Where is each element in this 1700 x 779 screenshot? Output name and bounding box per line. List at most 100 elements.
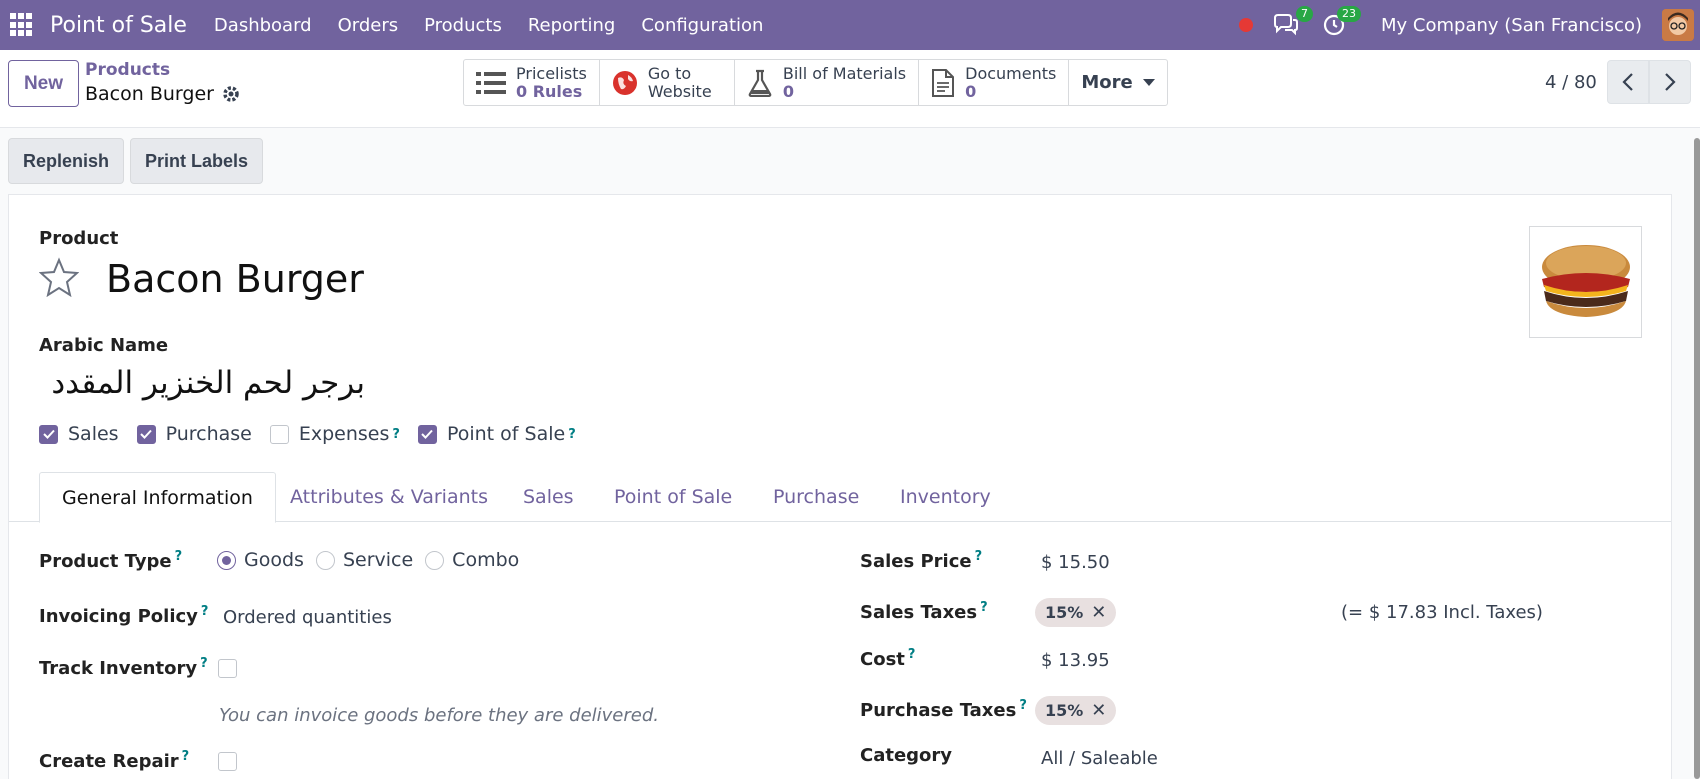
purchase-taxes-label-text: Purchase Taxes: [860, 700, 1017, 721]
smart-button-title: Documents: [965, 63, 1057, 83]
sales-checkbox-label: Sales: [68, 423, 119, 445]
tab-purchase[interactable]: Purchase: [773, 472, 859, 522]
nav-reporting[interactable]: Reporting: [528, 15, 616, 36]
product-type-combo-option[interactable]: Combo: [425, 549, 519, 571]
list-icon: [476, 71, 506, 94]
radio-unselected-icon[interactable]: [315, 550, 335, 570]
checkbox-checked-icon[interactable]: [39, 424, 58, 444]
radio-selected-icon[interactable]: [217, 550, 236, 570]
product-label: Product: [39, 228, 119, 249]
remove-tag-icon[interactable]: ✕: [1091, 700, 1106, 721]
product-type-goods-option[interactable]: Goods: [217, 549, 304, 571]
recording-indicator-icon[interactable]: [1239, 18, 1254, 32]
flask-icon: [748, 69, 772, 97]
pager-value[interactable]: 4 / 80: [1545, 72, 1597, 93]
breadcrumb-current: Bacon Burger: [85, 83, 240, 105]
help-tooltip-icon[interactable]: ?: [568, 427, 576, 442]
more-dropdown-button[interactable]: More: [1069, 60, 1166, 105]
help-tooltip-icon[interactable]: ?: [975, 549, 983, 564]
print-labels-button[interactable]: Print Labels: [130, 138, 264, 184]
tab-attributes-variants[interactable]: Attributes & Variants: [290, 472, 488, 522]
sales-checkbox[interactable]: Sales: [39, 423, 119, 445]
replenish-button[interactable]: Replenish: [8, 138, 125, 184]
category-field[interactable]: All / Saleable: [1041, 748, 1158, 769]
smart-button-value: 0: [782, 81, 795, 101]
help-tooltip-icon[interactable]: ?: [201, 604, 209, 619]
track-inventory-label-text: Track Inventory: [39, 658, 198, 679]
invoicing-policy-label: Invoicing Policy?: [39, 604, 208, 627]
nav-dashboard[interactable]: Dashboard: [214, 15, 312, 36]
tag-label: 15%: [1045, 603, 1084, 622]
product-type-label-text: Product Type: [39, 551, 172, 572]
go-to-website-smart-button[interactable]: Go to Website: [600, 60, 735, 105]
more-label: More: [1081, 72, 1133, 93]
help-tooltip-icon[interactable]: ?: [175, 549, 183, 564]
pager-next-button[interactable]: [1649, 60, 1691, 104]
product-type-service-option[interactable]: Service: [315, 549, 413, 571]
activity-count-badge: 23: [1337, 6, 1362, 22]
bill-of-materials-smart-button[interactable]: Bill of Materials 0: [735, 60, 920, 105]
nav-orders[interactable]: Orders: [338, 15, 399, 36]
company-switcher[interactable]: My Company (San Francisco): [1381, 15, 1642, 36]
smart-button-value: 0 Rules: [516, 81, 583, 101]
radio-unselected-icon[interactable]: [425, 550, 445, 570]
checkbox-checked-icon[interactable]: [417, 424, 437, 444]
sales-taxes-label: Sales Taxes?: [860, 600, 988, 623]
help-tooltip-icon[interactable]: ?: [182, 749, 190, 764]
breadcrumb-products-link[interactable]: Products: [85, 60, 170, 80]
track-inventory-checkbox[interactable]: [218, 659, 237, 678]
checkbox-checked-icon[interactable]: [136, 424, 156, 444]
help-tooltip-icon[interactable]: ?: [980, 600, 988, 615]
point-of-sale-checkbox[interactable]: Point of Sale ?: [417, 423, 576, 445]
breadcrumb-current-label: Bacon Burger: [85, 83, 214, 105]
sales-tax-tag[interactable]: 15% ✕: [1035, 598, 1117, 627]
purchase-tax-tag[interactable]: 15% ✕: [1035, 696, 1117, 725]
invoicing-policy-select[interactable]: Ordered quantities: [223, 607, 392, 628]
help-tooltip-icon[interactable]: ?: [1019, 698, 1027, 713]
tab-inventory[interactable]: Inventory: [900, 472, 991, 522]
tab-sales[interactable]: Sales: [523, 472, 574, 522]
pager-previous-button[interactable]: [1607, 60, 1649, 104]
new-button[interactable]: New: [8, 60, 79, 107]
tab-point-of-sale[interactable]: Point of Sale: [614, 472, 732, 522]
remove-tag-icon[interactable]: ✕: [1091, 602, 1106, 623]
smart-button-title: Bill of Materials: [782, 63, 907, 83]
track-inventory-label: Track Inventory?: [39, 656, 208, 679]
cost-field[interactable]: $ 13.95: [1041, 650, 1110, 671]
activity-clock-icon[interactable]: 23: [1319, 6, 1362, 40]
chat-icon[interactable]: 7: [1271, 6, 1314, 40]
create-repair-checkbox[interactable]: [218, 752, 237, 771]
help-tooltip-icon[interactable]: ?: [392, 427, 400, 442]
product-type-radio-group: Goods Service Combo: [217, 549, 531, 571]
globe-icon: [612, 70, 637, 95]
sales-price-field[interactable]: $ 15.50: [1041, 552, 1110, 573]
nav-products[interactable]: Products: [424, 15, 502, 36]
nav-configuration[interactable]: Configuration: [641, 15, 763, 36]
page-scrollbar[interactable]: [1694, 138, 1700, 779]
chevron-right-icon: [1665, 73, 1676, 91]
app-brand[interactable]: Point of Sale: [50, 13, 187, 38]
tab-general-information[interactable]: General Information: [39, 472, 276, 523]
form-sheet: Product Bacon Burger Arabic Name برجر لح…: [8, 194, 1672, 779]
favorite-star-icon[interactable]: [39, 257, 79, 297]
apps-menu-icon[interactable]: [10, 13, 34, 37]
checkbox-unchecked-icon[interactable]: [269, 424, 289, 444]
expenses-checkbox[interactable]: Expenses ?: [269, 423, 400, 445]
purchase-checkbox[interactable]: Purchase: [136, 423, 252, 445]
user-avatar[interactable]: [1662, 9, 1694, 41]
smart-button-value: 0: [965, 81, 977, 101]
sales-price-label: Sales Price?: [860, 549, 982, 572]
arabic-name-field[interactable]: برجر لحم الخنزير المقدد: [45, 365, 365, 401]
help-tooltip-icon[interactable]: ?: [200, 656, 208, 671]
product-image[interactable]: [1529, 226, 1642, 338]
sales-taxes-label-text: Sales Taxes: [860, 602, 978, 623]
document-icon: [932, 68, 955, 97]
help-tooltip-icon[interactable]: ?: [908, 647, 916, 662]
control-panel: New Products Bacon Burger Pricelists 0 R…: [0, 50, 1700, 128]
product-name-field[interactable]: Bacon Burger: [106, 257, 364, 301]
documents-smart-button[interactable]: Documents 0: [919, 60, 1070, 105]
smart-button-title: Go to: [647, 63, 692, 83]
category-label: Category: [860, 745, 953, 766]
pricelists-smart-button[interactable]: Pricelists 0 Rules: [464, 60, 600, 105]
gear-icon[interactable]: [222, 85, 240, 103]
